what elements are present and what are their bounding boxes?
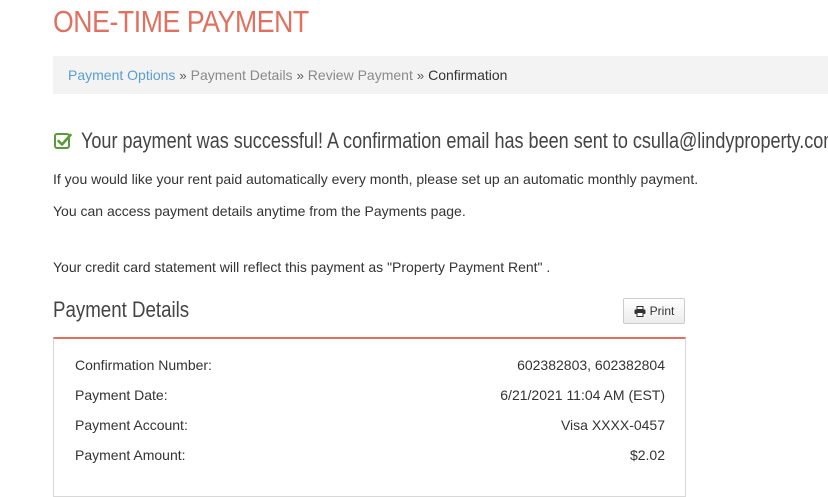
detail-row-amount: Payment Amount: $2.02 [75,447,665,467]
detail-value: 602382803, 602382804 [517,357,665,373]
detail-label: Payment Amount: [75,447,186,463]
statement-note: Your credit card statement will reflect … [53,259,551,275]
breadcrumb: Payment Options » Payment Details » Revi… [53,56,828,94]
breadcrumb-separator: » [179,67,187,83]
printer-icon [634,305,646,317]
detail-value: 6/21/2021 11:04 AM (EST) [500,387,665,403]
detail-row-date: Payment Date: 6/21/2021 11:04 AM (EST) [75,387,665,407]
breadcrumb-confirmation: Confirmation [428,67,508,83]
success-text: Your payment was successful! A confirmat… [81,128,828,153]
breadcrumb-payment-options[interactable]: Payment Options [68,67,175,83]
detail-value: $2.02 [629,447,665,463]
payment-details-panel: Confirmation Number: 602382803, 60238280… [53,337,686,497]
breadcrumb-payment-details: Payment Details [190,67,293,83]
detail-label: Payment Date: [75,387,168,403]
breadcrumb-review-payment: Review Payment [307,67,413,83]
detail-row-confirmation: Confirmation Number: 602382803, 60238280… [75,357,665,377]
page-title: ONE-TIME PAYMENT [53,4,309,39]
detail-value: Visa XXXX-0457 [560,417,665,433]
autopay-note: If you would like your rent paid automat… [53,171,699,187]
check-square-icon [53,131,73,151]
detail-row-account: Payment Account: Visa XXXX-0457 [75,417,665,437]
detail-label: Confirmation Number: [75,357,212,373]
payment-details-heading: Payment Details [53,297,190,322]
success-message: Your payment was successful! A confirmat… [53,128,828,154]
breadcrumb-separator: » [416,67,425,83]
payments-page-note: You can access payment details anytime f… [53,203,466,219]
print-button[interactable]: Print [623,298,685,324]
breadcrumb-separator: » [296,67,304,83]
detail-label: Payment Account: [75,417,188,433]
print-label: Print [649,304,675,318]
